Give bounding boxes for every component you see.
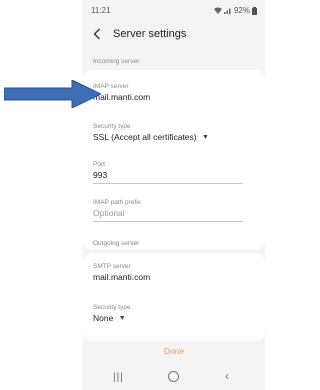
phone-screen: 11:21 92% Server settings Incoming serve… (83, 0, 265, 390)
imap-path-prefix-label: IMAP path prefix (93, 199, 141, 206)
imap-path-prefix-field[interactable]: IMAP path prefix Optional (93, 199, 253, 222)
outgoing-server-card: SMTP server mail.manti.com Security type… (83, 253, 265, 341)
smtp-server-label: SMTP server (93, 263, 131, 270)
outgoing-security-type-value: None (93, 313, 114, 323)
outgoing-security-type-label: Security type (93, 304, 131, 311)
incoming-security-type-label: Security type (93, 123, 131, 130)
port-label: Port (93, 161, 105, 168)
imap-server-input[interactable]: mail.manti.com (93, 92, 253, 102)
incoming-security-type-value: SSL (Accept all certificates) (93, 132, 197, 142)
outgoing-server-section-label: Outgoing server (93, 240, 140, 247)
recent-apps-icon[interactable]: ||| (113, 372, 124, 383)
imap-path-prefix-underline (93, 221, 243, 222)
dropdown-arrow-icon: ▼ (202, 134, 209, 141)
port-underline (93, 183, 243, 184)
status-time: 11:21 (91, 6, 111, 15)
dropdown-arrow-icon: ▼ (118, 315, 126, 322)
incoming-security-type-field[interactable]: Security type SSL (Accept all certificat… (93, 123, 253, 142)
incoming-server-card: IMAP server mail.manti.com Security type… (83, 70, 265, 250)
screenshot-page: 11:21 92% Server settings Incoming serve… (0, 0, 265, 390)
outgoing-security-type-field[interactable]: Security type None ▼ (93, 304, 253, 323)
imap-server-label: IMAP server (93, 83, 129, 90)
port-field[interactable]: Port 993 (93, 161, 253, 184)
port-input[interactable]: 993 (93, 170, 253, 180)
smtp-server-input[interactable]: mail.manti.com (93, 272, 253, 282)
incoming-security-type-select[interactable]: SSL (Accept all certificates) ▼ (93, 132, 253, 142)
done-button[interactable]: Done (83, 346, 265, 356)
imap-path-prefix-input[interactable]: Optional (93, 208, 253, 218)
home-icon[interactable] (168, 371, 179, 382)
imap-server-field[interactable]: IMAP server mail.manti.com (93, 83, 253, 102)
outgoing-security-type-select[interactable]: None ▼ (93, 313, 253, 323)
battery-percentage: 92% (233, 6, 250, 15)
incoming-server-section-label: Incoming server (93, 58, 140, 65)
signal-icon (223, 8, 231, 14)
bottom-bar: Done ||| ‹ (83, 342, 265, 390)
battery-icon (252, 6, 257, 15)
status-icons: 92% (213, 6, 257, 15)
page-title: Server settings (113, 28, 187, 40)
status-bar: 11:21 92% (83, 0, 265, 20)
annotation-arrow-icon (4, 80, 101, 108)
header: Server settings (83, 22, 265, 50)
wifi-icon (213, 7, 222, 14)
chevron-left-icon[interactable] (93, 28, 105, 42)
back-nav-icon[interactable]: ‹ (225, 369, 229, 383)
smtp-server-field[interactable]: SMTP server mail.manti.com (93, 263, 253, 282)
